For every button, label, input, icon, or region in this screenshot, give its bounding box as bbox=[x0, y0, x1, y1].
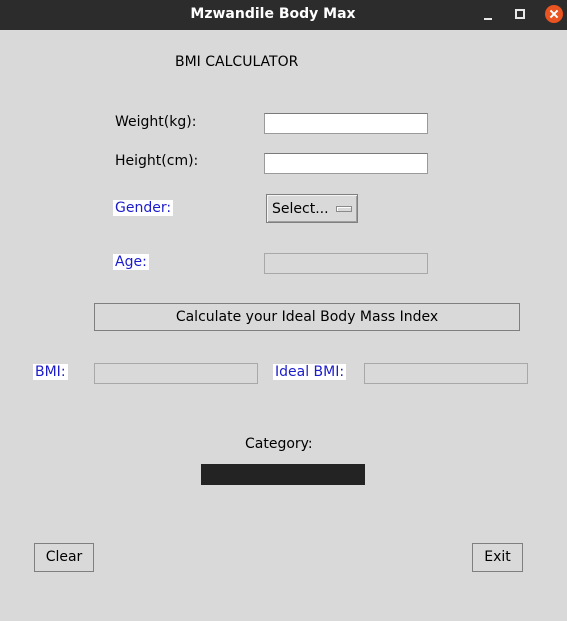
gender-label: Gender: bbox=[113, 200, 174, 216]
weight-label: Weight(kg): bbox=[115, 114, 197, 130]
bmi-label: BMI: bbox=[33, 364, 68, 380]
window-title: Mzwandile Body Max bbox=[190, 6, 356, 22]
clear-button[interactable]: Clear bbox=[34, 543, 94, 572]
dropdown-indicator-icon bbox=[336, 206, 352, 212]
bmi-field[interactable] bbox=[94, 363, 258, 384]
age-input[interactable] bbox=[264, 253, 428, 274]
gender-select-value: Select... bbox=[272, 201, 329, 217]
weight-input[interactable] bbox=[264, 113, 428, 134]
height-label: Height(cm): bbox=[115, 153, 199, 169]
maximize-icon[interactable] bbox=[509, 4, 531, 26]
calculate-button[interactable]: Calculate your Ideal Body Mass Index bbox=[94, 303, 520, 331]
minimize-icon[interactable] bbox=[477, 4, 499, 26]
ideal-bmi-field[interactable] bbox=[364, 363, 528, 384]
page-title: BMI CALCULATOR bbox=[175, 54, 299, 70]
ideal-bmi-label: Ideal BMI: bbox=[273, 364, 347, 380]
gender-select[interactable]: Select... bbox=[266, 194, 358, 223]
close-icon[interactable] bbox=[545, 5, 563, 23]
exit-button[interactable]: Exit bbox=[472, 543, 523, 572]
title-bar: Mzwandile Body Max bbox=[0, 0, 567, 30]
age-label: Age: bbox=[113, 254, 149, 270]
category-label: Category: bbox=[245, 436, 313, 452]
height-input[interactable] bbox=[264, 153, 428, 174]
category-display bbox=[201, 464, 365, 485]
